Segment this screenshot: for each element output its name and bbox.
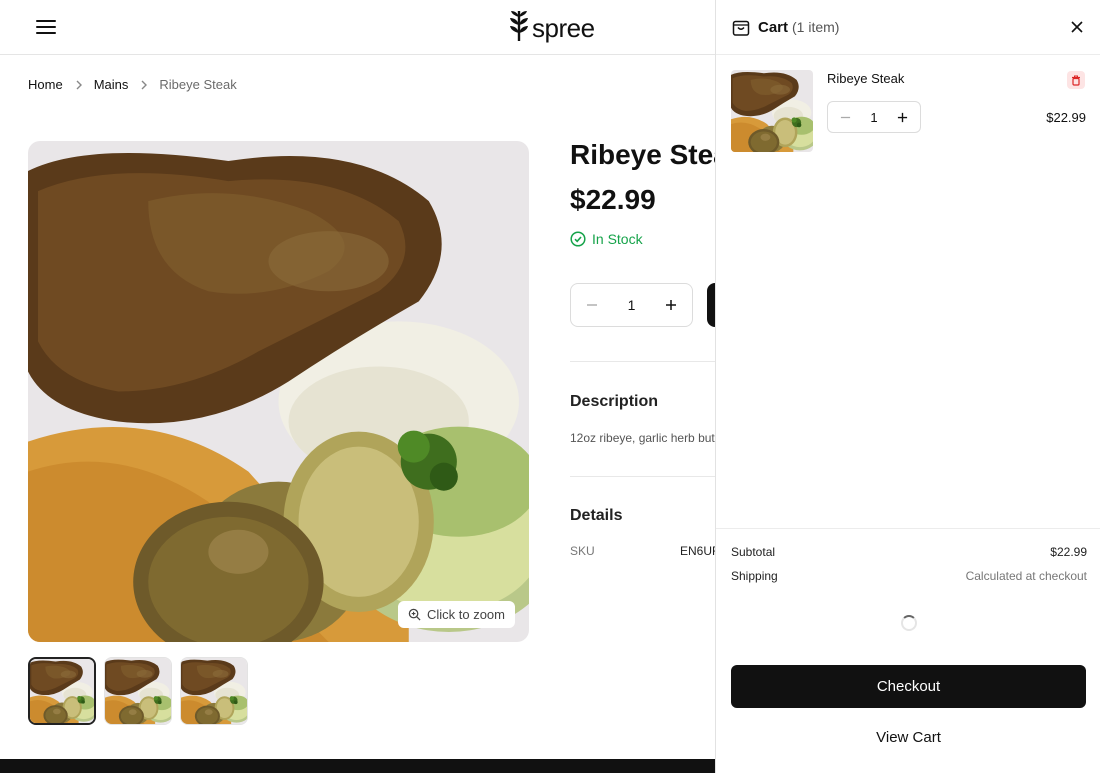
cart-quantity-stepper: 1 [827,101,921,133]
product-price: $22.99 [570,184,656,215]
breadcrumb-current: Ribeye Steak [159,77,237,92]
shipping-value: Calculated at checkout [965,569,1087,583]
chevron-right-icon [140,80,148,90]
cart-item-name[interactable]: Ribeye Steak [827,71,904,86]
details-heading: Details [570,507,623,524]
sku-value: EN6UF [680,544,720,558]
cart-item-count: (1 item) [792,19,840,35]
subtotal-label: Subtotal [731,545,776,559]
cart-summary: Subtotal $22.99 Shipping Calculated at c… [716,528,1100,773]
plus-icon [898,112,908,122]
cart-increase-button[interactable] [896,110,910,124]
thumbnail-3[interactable] [180,657,248,725]
spree-logo-icon [510,11,528,41]
product-photo [28,141,529,642]
minus-icon [840,116,850,118]
zoom-label: Click to zoom [426,607,505,622]
remove-item-button[interactable] [1067,71,1085,89]
description-text: 12oz ribeye, garlic herb but [570,431,715,445]
decrease-quantity-button[interactable] [585,298,599,312]
loading-spinner-icon [901,615,917,631]
view-cart-button[interactable]: View Cart [731,721,1086,753]
breadcrumb-mains[interactable]: Mains [94,77,129,92]
plus-icon [665,300,676,310]
sku-label: SKU [570,544,595,558]
breadcrumb-home[interactable]: Home [28,77,63,92]
checkout-button[interactable]: Checkout [731,665,1086,708]
description-heading: Description [570,393,659,410]
close-icon[interactable] [1069,19,1085,35]
quantity-value[interactable]: 1 [628,297,636,313]
thumbnail-2[interactable] [104,657,172,725]
cart-item-price: $22.99 [1046,110,1086,125]
cart-item-image[interactable] [731,70,813,152]
logo-text: spree [532,13,595,43]
check-circle-icon [570,231,586,247]
cart-decrease-button[interactable] [838,110,852,124]
cart-drawer: Cart (1 item) Ribeye Steak 1 $22.99 Subt… [715,0,1100,773]
trash-icon [1072,75,1080,86]
hamburger-menu-icon[interactable] [36,17,56,37]
minus-icon [587,304,597,306]
stock-status: In Stock [570,231,643,247]
zoom-in-icon [408,608,421,621]
subtotal-value: $22.99 [1050,545,1087,559]
cart-quantity-value[interactable]: 1 [870,110,877,125]
shipping-label: Shipping [731,569,778,583]
site-logo[interactable]: spree [508,9,595,43]
chevron-right-icon [75,80,83,90]
cart-title: Cart [758,19,789,36]
increase-quantity-button[interactable] [664,298,678,312]
cart-header: Cart (1 item) [716,0,1100,55]
shopping-bag-icon [732,20,750,36]
quantity-stepper: 1 [570,283,693,327]
zoom-button[interactable]: Click to zoom [397,601,515,628]
breadcrumb: Home Mains Ribeye Steak [28,77,237,92]
thumbnail-1[interactable] [28,657,96,725]
thumbnail-strip [28,657,248,725]
product-main-image[interactable]: Click to zoom [28,141,529,642]
stock-label: In Stock [592,231,643,247]
